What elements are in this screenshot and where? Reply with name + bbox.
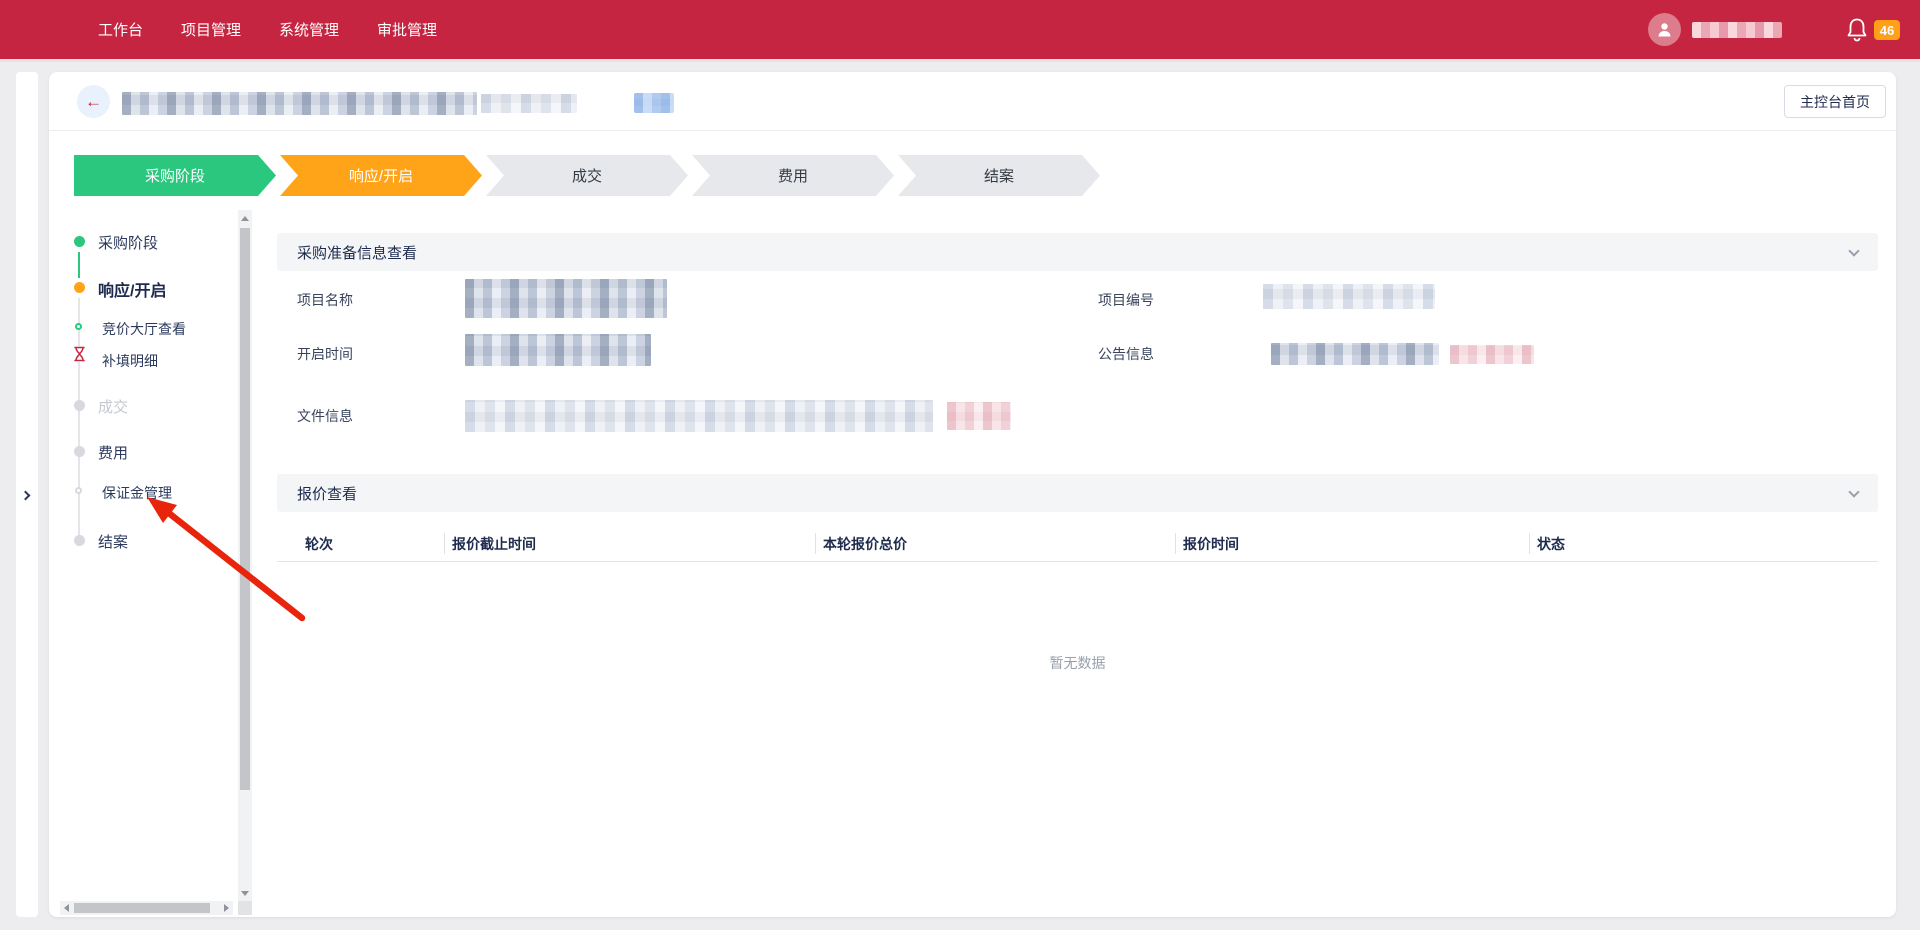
page-header: ← 主控台首页 bbox=[49, 72, 1896, 131]
field-label-announcement-info: 公告信息 bbox=[1098, 344, 1154, 364]
sidebar-vertical-scrollbar[interactable] bbox=[238, 210, 252, 902]
horizontal-scroll-thumb[interactable] bbox=[74, 903, 210, 913]
stepper-step-procurement[interactable]: 采购阶段 bbox=[74, 155, 276, 196]
collapsed-side-panel[interactable] bbox=[16, 72, 38, 917]
field-value-open-time-redacted bbox=[465, 334, 651, 366]
sidebar-item-supplement-detail[interactable]: 补填明细 bbox=[102, 351, 158, 371]
step-label: 成交 bbox=[572, 165, 602, 186]
stage-dot-active bbox=[74, 282, 85, 293]
person-icon bbox=[1656, 21, 1673, 38]
notification-count-badge[interactable]: 46 bbox=[1874, 20, 1900, 40]
hourglass-icon bbox=[73, 346, 86, 362]
column-round: 轮次 bbox=[305, 534, 333, 554]
notification-bell-icon[interactable] bbox=[1846, 17, 1868, 43]
field-value-announcement-redacted bbox=[1271, 343, 1439, 365]
empty-data-placeholder: 暂无数据 bbox=[277, 653, 1878, 673]
field-value-file-info-redacted bbox=[465, 400, 933, 432]
console-home-button[interactable]: 主控台首页 bbox=[1784, 85, 1886, 118]
topbar-shadow-divider bbox=[0, 59, 1920, 62]
scrollbar-corner bbox=[238, 901, 252, 915]
stepper-step-deal[interactable]: 成交 bbox=[486, 155, 688, 196]
scroll-down-arrow-icon[interactable] bbox=[241, 891, 249, 896]
step-label: 响应/开启 bbox=[349, 165, 413, 186]
section-header-quote-view: 报价查看 bbox=[277, 474, 1878, 512]
stage-dot-done bbox=[74, 236, 85, 247]
section-title: 报价查看 bbox=[297, 483, 357, 504]
timeline-connector-gray bbox=[78, 298, 80, 539]
file-link-redacted[interactable] bbox=[947, 402, 1011, 430]
sidebar-item-response-open[interactable]: 响应/开启 bbox=[98, 277, 166, 301]
stepper-step-response-open[interactable]: 响应/开启 bbox=[280, 155, 482, 196]
stage-dot-disabled bbox=[74, 400, 85, 411]
scroll-right-arrow-icon[interactable] bbox=[224, 904, 229, 912]
nav-item-workbench[interactable]: 工作台 bbox=[98, 19, 143, 40]
sidebar-horizontal-scrollbar[interactable] bbox=[60, 901, 233, 915]
field-label-project-name: 项目名称 bbox=[297, 290, 353, 310]
step-label: 费用 bbox=[778, 165, 808, 186]
field-value-project-name-redacted bbox=[465, 279, 667, 318]
vertical-scroll-thumb[interactable] bbox=[240, 228, 250, 790]
username-redacted[interactable] bbox=[1692, 22, 1782, 38]
project-title-redacted bbox=[122, 92, 477, 115]
collapse-chevron-icon[interactable] bbox=[1848, 486, 1859, 497]
field-value-project-number-redacted bbox=[1263, 284, 1435, 309]
sidebar-item-bidding-hall[interactable]: 竞价大厅查看 bbox=[102, 319, 186, 339]
stepper-step-close[interactable]: 结案 bbox=[898, 155, 1100, 196]
expand-chevron-icon[interactable] bbox=[21, 491, 31, 501]
process-stepper: 采购阶段 响应/开启 成交 费用 结案 bbox=[74, 155, 1100, 196]
main-content-card: ← 主控台首页 采购阶段 响应/开启 成交 费用 结案 采购阶段 响应/开启 bbox=[49, 72, 1896, 917]
nav-item-approval-management[interactable]: 审批管理 bbox=[377, 19, 437, 40]
sidebar-item-deal[interactable]: 成交 bbox=[98, 396, 128, 417]
quote-table-header: 轮次 报价截止时间 本轮报价总价 报价时间 状态 bbox=[277, 525, 1878, 562]
sidebar-item-close-case[interactable]: 结案 bbox=[98, 531, 128, 552]
step-label: 结案 bbox=[984, 165, 1014, 186]
announcement-link-redacted[interactable] bbox=[1450, 345, 1534, 364]
field-label-open-time: 开启时间 bbox=[297, 344, 353, 364]
column-round-total-price: 本轮报价总价 bbox=[823, 534, 907, 554]
sidebar-item-procurement-stage[interactable]: 采购阶段 bbox=[98, 232, 158, 253]
main-menu: 工作台 项目管理 系统管理 审批管理 bbox=[98, 19, 437, 40]
sidebar-item-fee[interactable]: 费用 bbox=[98, 442, 128, 463]
field-label-project-number: 项目编号 bbox=[1098, 290, 1154, 310]
status-tag-redacted bbox=[634, 93, 674, 113]
section-header-purchase-info: 采购准备信息查看 bbox=[277, 233, 1878, 271]
project-title-redacted-2 bbox=[481, 94, 577, 113]
nav-item-system-management[interactable]: 系统管理 bbox=[279, 19, 339, 40]
column-quote-time: 报价时间 bbox=[1183, 534, 1239, 554]
nav-item-project-management[interactable]: 项目管理 bbox=[181, 19, 241, 40]
section-title: 采购准备信息查看 bbox=[297, 242, 417, 263]
back-arrow-icon: ← bbox=[85, 92, 102, 112]
stepper-step-fee[interactable]: 费用 bbox=[692, 155, 894, 196]
timeline-connector-green bbox=[78, 252, 80, 278]
column-separator bbox=[444, 533, 445, 554]
column-separator bbox=[1175, 533, 1176, 554]
back-button[interactable]: ← bbox=[77, 85, 110, 118]
sidebar-item-deposit-management[interactable]: 保证金管理 bbox=[102, 483, 172, 503]
column-separator bbox=[1529, 533, 1530, 554]
column-status: 状态 bbox=[1537, 534, 1565, 554]
scroll-left-arrow-icon[interactable] bbox=[64, 904, 69, 912]
sublink-ring-gray bbox=[75, 487, 82, 494]
stage-dot-close bbox=[74, 535, 85, 546]
column-separator bbox=[815, 533, 816, 554]
collapse-chevron-icon[interactable] bbox=[1848, 245, 1859, 256]
column-quote-deadline: 报价截止时间 bbox=[452, 534, 536, 554]
field-label-file-info: 文件信息 bbox=[297, 406, 353, 426]
step-label: 采购阶段 bbox=[145, 165, 205, 186]
stage-dot-fee bbox=[74, 446, 85, 457]
sublink-ring-green bbox=[75, 323, 82, 330]
scroll-up-arrow-icon[interactable] bbox=[241, 216, 249, 221]
user-avatar[interactable] bbox=[1648, 13, 1681, 46]
top-navigation-bar: 工作台 项目管理 系统管理 审批管理 bbox=[0, 0, 1920, 59]
